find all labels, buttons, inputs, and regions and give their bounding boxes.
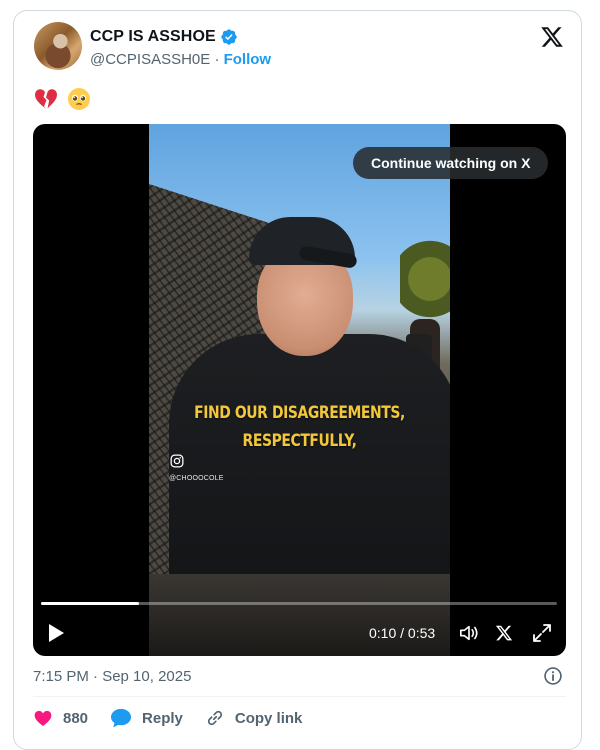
display-name[interactable]: CCP IS ASSHOE: [90, 28, 216, 46]
video-progress-fill: [41, 602, 140, 605]
x-logo-icon[interactable]: [540, 25, 564, 49]
volume-icon[interactable]: [458, 623, 480, 643]
video-time: 0:10 / 0:53: [369, 625, 436, 641]
reply-button[interactable]: Reply: [110, 708, 183, 728]
verified-badge-icon: [221, 29, 237, 45]
tweet-card: CCP IS ASSHOE @CCPISASSH0E · Follow FIND…: [13, 10, 582, 750]
reply-bubble-icon: [111, 708, 132, 728]
handle[interactable]: @CCPISASSH0E: [90, 51, 210, 68]
video-progress-bar[interactable]: [41, 602, 557, 605]
separator: ·: [214, 51, 220, 68]
caption-line-2: RESPECTFULLY,: [242, 431, 357, 451]
copy-link-label: Copy link: [234, 709, 303, 727]
link-icon: [207, 710, 222, 726]
continue-watching-button[interactable]: Continue watching on X: [353, 147, 549, 179]
follow-button[interactable]: Follow: [224, 51, 272, 68]
tweet-text: [34, 87, 91, 111]
broken-heart-emoji-icon: [35, 89, 57, 109]
reply-label: Reply: [142, 709, 183, 727]
copy-link-button[interactable]: Copy link: [205, 708, 303, 728]
video-frame: [149, 124, 450, 656]
video-caption: FIND OUR DISAGREEMENTS, RESPECTFULLY,: [176, 399, 423, 455]
divider: [33, 696, 566, 697]
info-icon[interactable]: [543, 666, 563, 686]
tweet-timestamp[interactable]: 7:15 PM · Sep 10, 2025: [33, 668, 191, 685]
tree: [400, 234, 450, 324]
author-name-row: CCP IS ASSHOE: [90, 28, 238, 46]
instagram-icon: [170, 454, 184, 468]
table-surface: [149, 574, 450, 656]
handle-row: @CCPISASSH0E · Follow: [90, 51, 271, 68]
caption-line-1: FIND OUR DISAGREEMENTS,: [194, 403, 405, 423]
action-bar: 880 Reply Copy link: [33, 708, 324, 728]
pleading-face-emoji-icon: [67, 88, 90, 110]
fullscreen-icon[interactable]: [532, 623, 552, 643]
play-icon[interactable]: [47, 623, 65, 643]
x-logo-video-icon[interactable]: [495, 624, 513, 642]
heart-icon: [34, 710, 52, 726]
watermark-handle: @CHOOOCOLE: [169, 475, 224, 482]
like-count: 880: [63, 709, 89, 727]
avatar[interactable]: [34, 22, 82, 70]
video-player[interactable]: FIND OUR DISAGREEMENTS, RESPECTFULLY, @C…: [33, 124, 566, 656]
like-button[interactable]: 880: [33, 708, 88, 728]
